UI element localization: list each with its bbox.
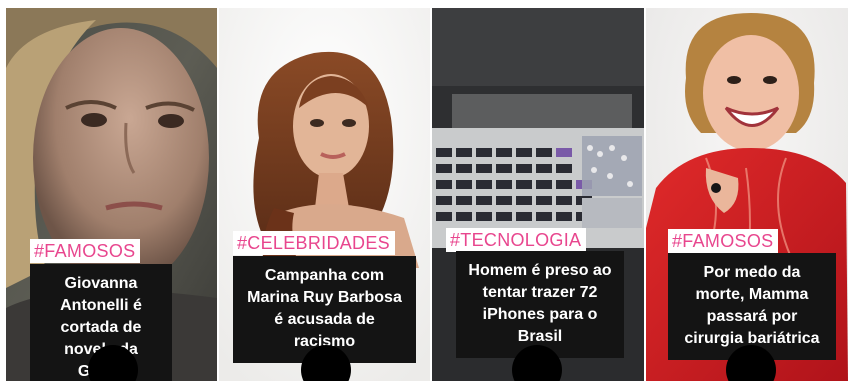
hashtag-label-3[interactable]: #TECNOLOGIA	[446, 228, 587, 252]
hashtag-label-4[interactable]: #FAMOSOS	[668, 229, 779, 253]
hashtag-label-1[interactable]: #FAMOSOS	[30, 239, 141, 263]
story-card-2[interactable]: #CELEBRIDADES Campanha com Marina Ruy Ba…	[219, 8, 430, 381]
hashtag-label-2[interactable]: #CELEBRIDADES	[233, 231, 395, 255]
story-card-3[interactable]: #TECNOLOGIA Homem é preso ao tentar traz…	[432, 8, 644, 381]
stories-carousel: #FAMOSOS Giovanna Antonelli é cortada de…	[0, 0, 850, 381]
story-title-3[interactable]: Homem é preso ao tentar trazer 72 iPhone…	[456, 251, 624, 358]
story-card-1[interactable]: #FAMOSOS Giovanna Antonelli é cortada de…	[6, 8, 217, 381]
story-title-4[interactable]: Por medo da morte, Mamma passará por cir…	[668, 253, 836, 360]
story-card-4[interactable]: #FAMOSOS Por medo da morte, Mamma passar…	[646, 8, 848, 381]
